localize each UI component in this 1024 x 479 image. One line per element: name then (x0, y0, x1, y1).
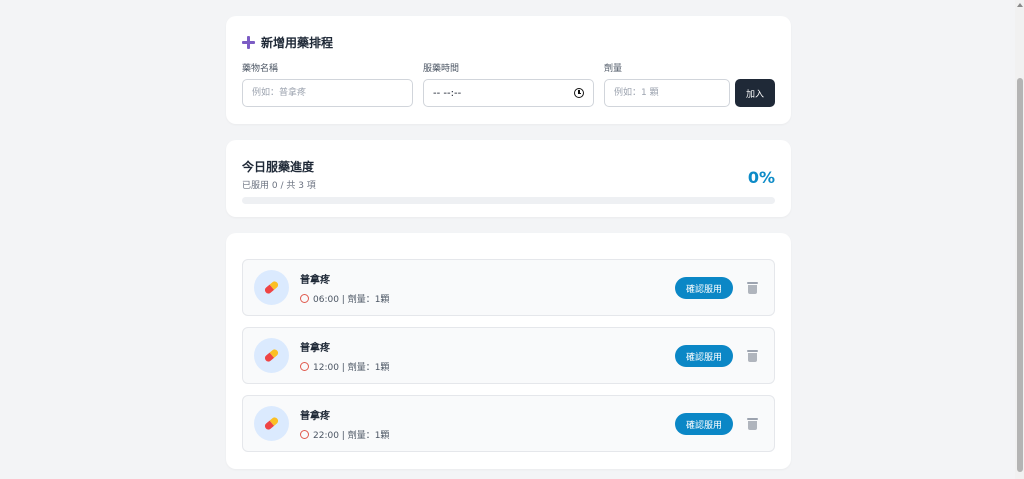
add-schedule-heading: 新增用藥排程 (242, 34, 775, 50)
page-scrollbar[interactable] (1015, 0, 1024, 479)
medicine-name-label: 藥物名稱 (242, 64, 279, 74)
schedule-item-text: 普拿疼 22:00 | 劑量：1顆 (300, 407, 389, 441)
schedule-item: 普拿疼 12:00 | 劑量：1顆 確認服用 (242, 327, 775, 384)
schedule-item-detail: 22:00 | 劑量：1顆 (313, 430, 390, 441)
alarm-clock-icon (300, 361, 309, 371)
progress-title: 今日服藥進度 (242, 160, 315, 174)
schedule-item-detail: 06:00 | 劑量：1顆 (313, 294, 390, 305)
dose-label: 劑量 (604, 64, 623, 74)
clock-icon[interactable] (574, 88, 584, 98)
dose-field-group: 劑量 (604, 61, 730, 107)
schedule-item-name: 普拿疼 (300, 274, 330, 286)
pill-icon (263, 415, 280, 432)
schedule-item-meta: 12:00 | 劑量：1顆 (300, 360, 389, 373)
confirm-taken-button[interactable]: 確認服用 (674, 345, 733, 367)
schedule-item-text: 普拿疼 12:00 | 劑量：1顆 (300, 339, 389, 373)
progress-card: 今日服藥進度 已服用 0 / 共 3 項 0% (226, 140, 791, 217)
add-button[interactable]: 加入 (735, 79, 775, 107)
pill-icon (263, 279, 280, 296)
schedule-list-card: 普拿疼 06:00 | 劑量：1顆 確認服用 普拿疼 12:00 | 劑量：1顆 (226, 233, 791, 469)
scroll-up-arrow-icon[interactable] (1017, 3, 1023, 7)
trash-icon[interactable] (747, 418, 758, 430)
progress-bar-track (242, 197, 775, 204)
scrollbar-thumb[interactable] (1017, 78, 1023, 472)
trash-icon[interactable] (747, 282, 758, 294)
add-schedule-form: 藥物名稱 服藥時間 -- --:-- 劑量 加入 (242, 61, 775, 107)
time-field-group: 服藥時間 -- --:-- (423, 61, 594, 107)
schedule-item-text: 普拿疼 06:00 | 劑量：1顆 (300, 271, 389, 305)
dose-input[interactable] (604, 79, 730, 107)
pill-avatar (254, 270, 289, 305)
alarm-clock-icon (300, 429, 309, 439)
add-schedule-title: 新增用藥排程 (261, 35, 334, 50)
schedule-item: 普拿疼 22:00 | 劑量：1顆 確認服用 (242, 395, 775, 452)
add-schedule-card: 新增用藥排程 藥物名稱 服藥時間 -- --:-- 劑量 加入 (226, 16, 791, 124)
progress-percent: 0% (747, 168, 775, 187)
pill-avatar (254, 406, 289, 441)
schedule-item: 普拿疼 06:00 | 劑量：1顆 確認服用 (242, 259, 775, 316)
pill-icon (263, 347, 280, 364)
plus-icon (242, 35, 255, 49)
schedule-item-name: 普拿疼 (300, 342, 330, 354)
time-value: -- --:-- (433, 87, 462, 99)
alarm-clock-icon (300, 293, 309, 303)
time-input[interactable]: -- --:-- (423, 79, 594, 107)
schedule-item-detail: 12:00 | 劑量：1顆 (313, 362, 390, 373)
pill-avatar (254, 338, 289, 373)
schedule-item-meta: 06:00 | 劑量：1顆 (300, 292, 389, 305)
progress-summary: 已服用 0 / 共 3 項 (242, 181, 316, 191)
schedule-item-name: 普拿疼 (300, 410, 330, 422)
time-label: 服藥時間 (423, 64, 460, 74)
page-container: 新增用藥排程 藥物名稱 服藥時間 -- --:-- 劑量 加入 今日服藥進度 已… (226, 16, 791, 479)
trash-icon[interactable] (747, 350, 758, 362)
confirm-taken-button[interactable]: 確認服用 (674, 277, 733, 299)
schedule-item-meta: 22:00 | 劑量：1顆 (300, 428, 389, 441)
medicine-name-field-group: 藥物名稱 (242, 61, 413, 107)
confirm-taken-button[interactable]: 確認服用 (674, 413, 733, 435)
medicine-name-input[interactable] (242, 79, 413, 107)
